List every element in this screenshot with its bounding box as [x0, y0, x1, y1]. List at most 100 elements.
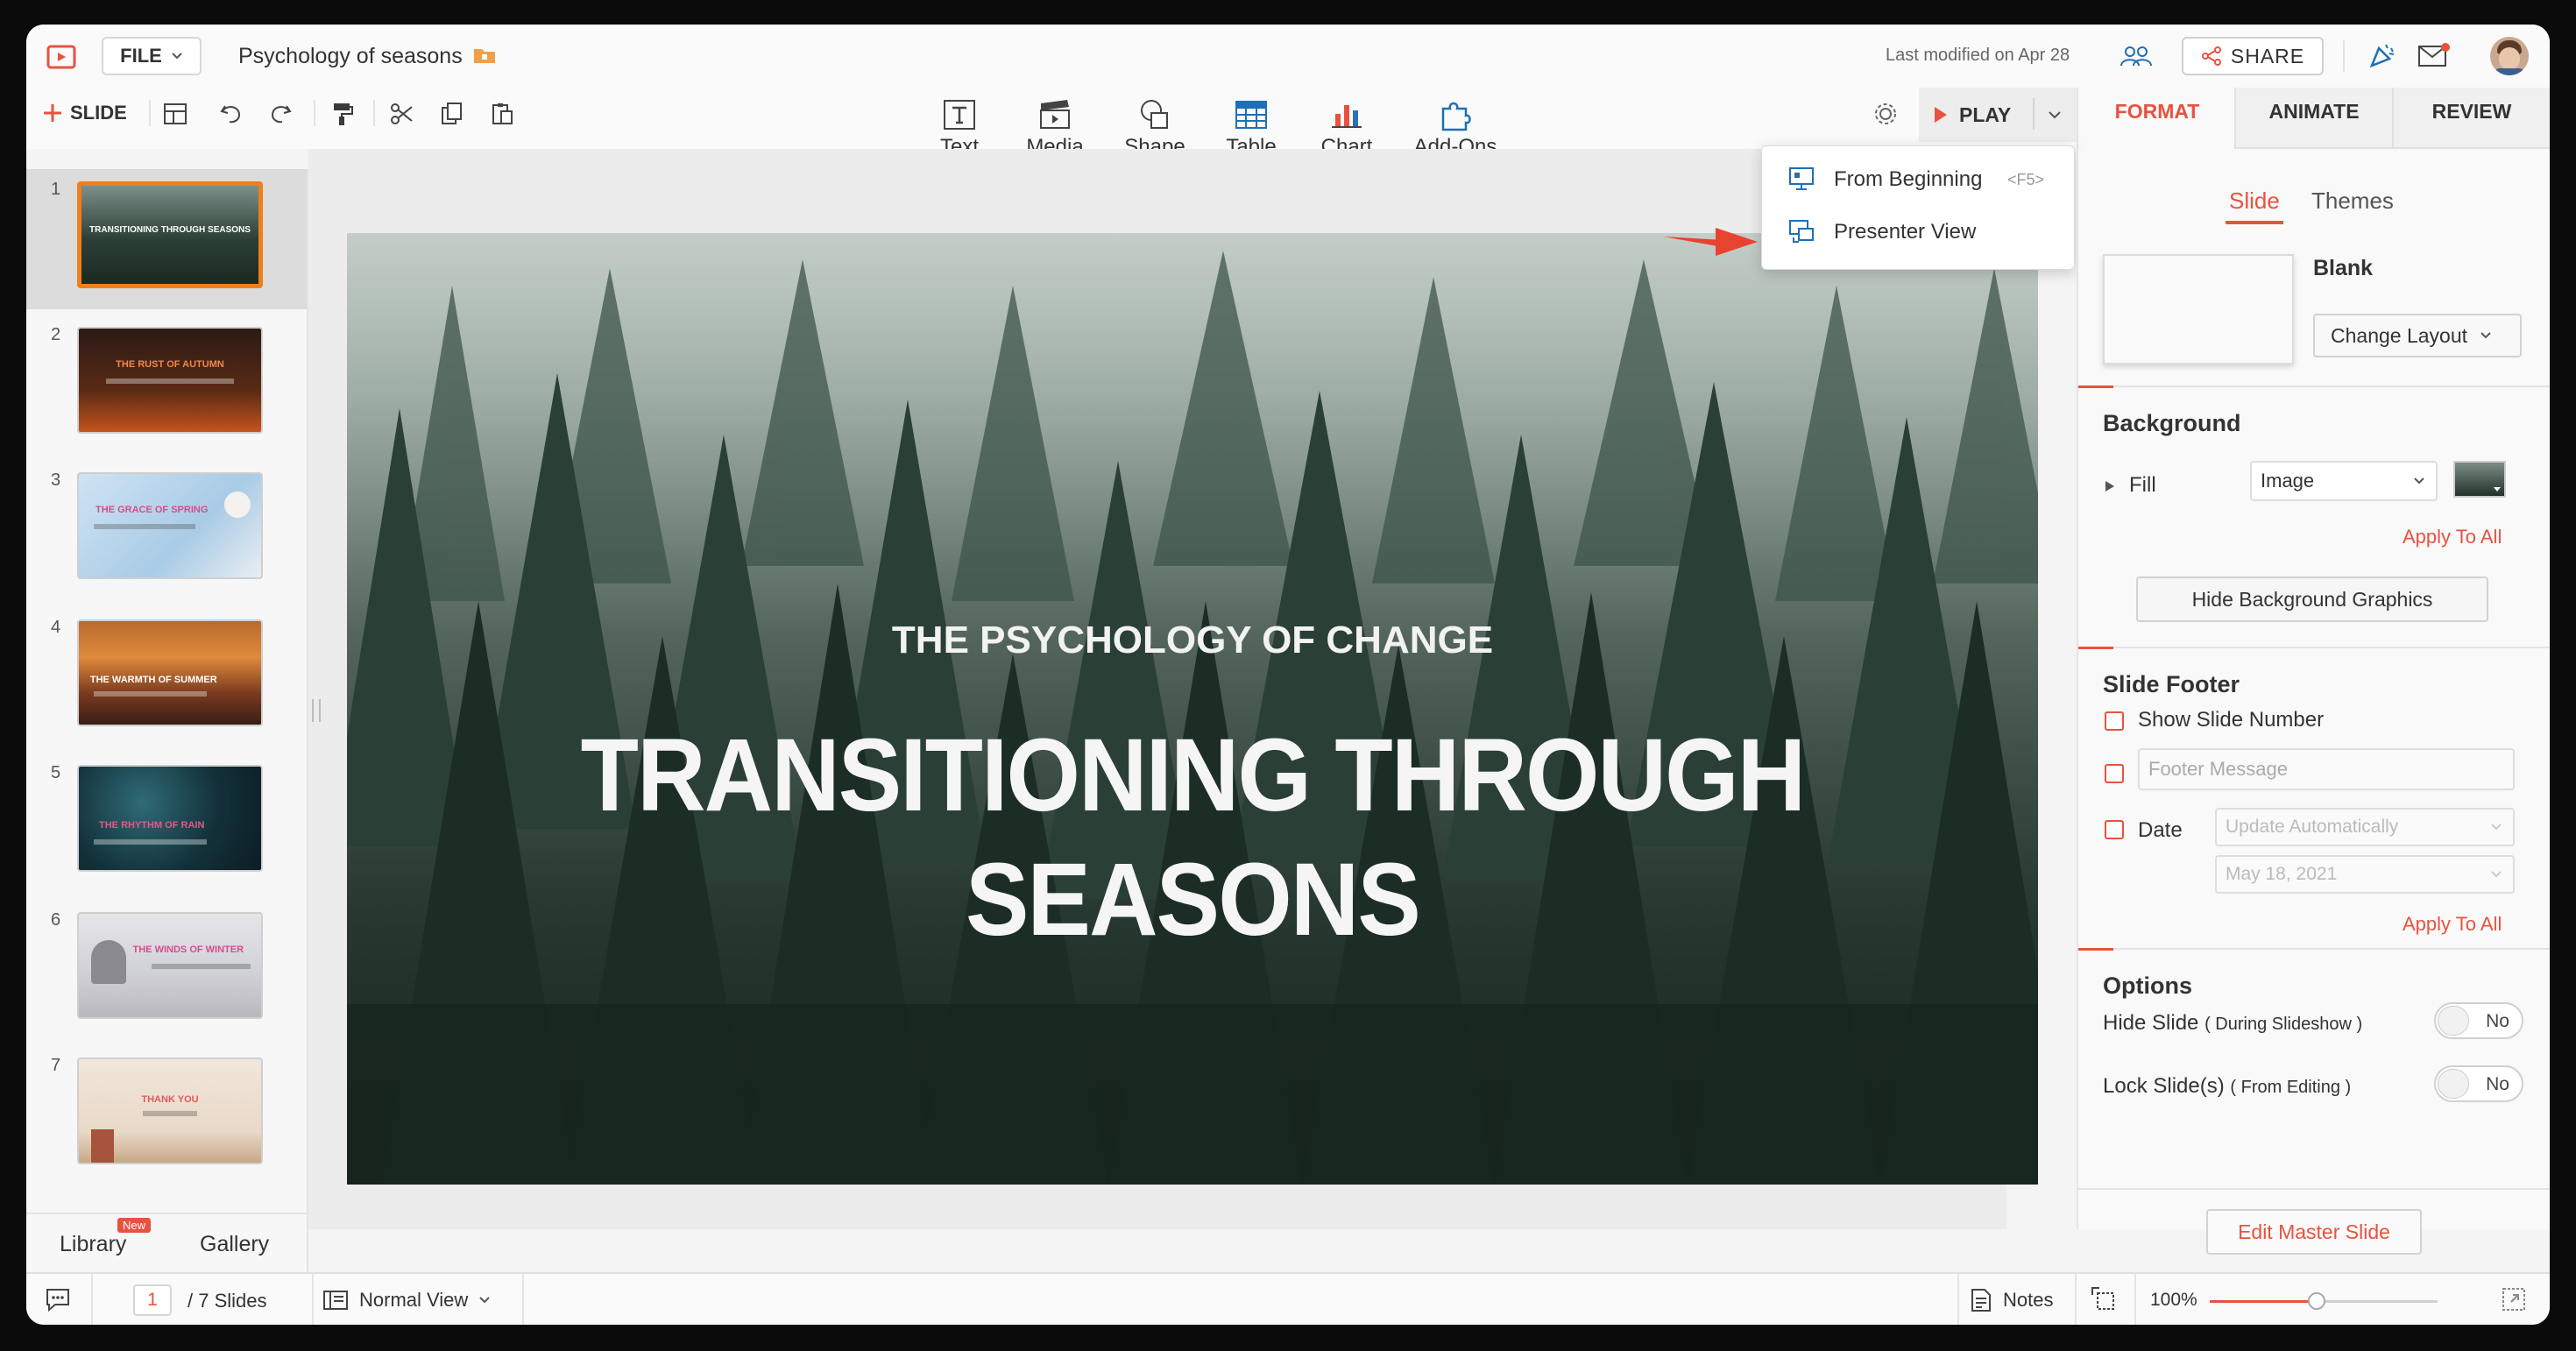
slide-canvas[interactable]: THE PSYCHOLOGY OF CHANGE TRANSITIONING T…: [347, 233, 2038, 1185]
slide-thumb-4[interactable]: 4 THE WARMTH OF SUMMER: [26, 607, 307, 747]
footer-message-checkbox[interactable]: [2105, 764, 2124, 783]
cut-icon[interactable]: [386, 98, 417, 130]
slide-thumb-2[interactable]: 2 THE RUST OF AUTUMN: [26, 315, 307, 455]
date-checkbox[interactable]: [2105, 820, 2124, 839]
subtab-slide[interactable]: Slide: [2229, 187, 2280, 215]
view-mode-select[interactable]: Normal View: [322, 1284, 491, 1316]
collaborators-icon[interactable]: [2115, 40, 2157, 72]
insert-chart-button[interactable]: Chart: [1299, 74, 1395, 159]
format-painter-icon[interactable]: [326, 98, 357, 130]
slide-number: 7: [51, 1056, 61, 1075]
slide-thumb-3[interactable]: 3 THE GRACE OF SPRING: [26, 460, 307, 600]
show-slide-number-checkbox[interactable]: [2105, 711, 2124, 731]
play-icon: [1935, 107, 1947, 123]
avatar[interactable]: [2490, 37, 2529, 75]
expand-triangle-icon[interactable]: [2105, 480, 2115, 492]
edit-master-slide-button[interactable]: Edit Master Slide: [2206, 1209, 2422, 1255]
copy-icon[interactable]: [436, 98, 468, 130]
notes-label: Notes: [2003, 1289, 2054, 1311]
tab-review[interactable]: REVIEW: [2392, 88, 2550, 149]
date-format-value: May 18, 2021: [2226, 864, 2338, 884]
gallery-button[interactable]: Gallery: [200, 1232, 269, 1257]
slide-thumbnail: TRANSITIONING THROUGH SEASONS: [77, 181, 263, 288]
shape-icon: [1141, 100, 1168, 129]
section-divider: [2078, 385, 2113, 388]
tab-format[interactable]: FORMAT: [2077, 88, 2236, 149]
fit-to-screen-icon[interactable]: [2091, 1286, 2117, 1312]
share-icon: [2201, 46, 2221, 66]
panel-resize-handle[interactable]: [312, 699, 321, 722]
play-button[interactable]: PLAY: [1933, 98, 2011, 131]
layout-icon[interactable]: [159, 98, 191, 130]
hide-background-graphics-button[interactable]: Hide Background Graphics: [2136, 576, 2488, 622]
slide-thumb-7[interactable]: 7 THANK YOU: [26, 1045, 307, 1185]
play-options-dropdown[interactable]: [2040, 102, 2070, 128]
presenter-view-label: Presenter View: [1834, 220, 1977, 244]
slide-thumb-1[interactable]: 1 TRANSITIONING THROUGH SEASONS: [26, 169, 307, 309]
zoom-slider-handle[interactable]: [2308, 1292, 2326, 1310]
change-layout-button[interactable]: Change Layout: [2313, 314, 2522, 357]
zoom-slider-track[interactable]: [2210, 1292, 2438, 1310]
file-menu-label: FILE: [120, 45, 162, 67]
add-slide-label: SLIDE: [70, 102, 127, 124]
whats-new-icon[interactable]: [2364, 39, 2399, 74]
slide-thumbnail: THE RHYTHM OF RAIN: [77, 765, 263, 872]
text-box-icon: [944, 100, 975, 130]
hide-slide-toggle[interactable]: No: [2434, 1002, 2523, 1039]
redo-icon[interactable]: [265, 98, 296, 130]
section-divider: [2078, 948, 2113, 951]
notifications-mail-icon[interactable]: [2415, 39, 2453, 74]
lock-slide-toggle[interactable]: No: [2434, 1065, 2523, 1102]
play-label: PLAY: [1959, 103, 2012, 126]
undo-icon[interactable]: [216, 98, 247, 130]
slide-number: 4: [51, 618, 61, 637]
share-label: SHARE: [2230, 44, 2305, 67]
presentation-icon: [1789, 167, 1814, 190]
presenter-view-icon: [1789, 220, 1814, 243]
tab-animate[interactable]: ANIMATE: [2234, 88, 2392, 149]
insert-shape-button[interactable]: Shape: [1107, 74, 1203, 159]
document-title[interactable]: Psychology of seasons: [238, 44, 463, 69]
insert-table-button[interactable]: Table: [1203, 74, 1299, 159]
slide-number: 6: [51, 910, 61, 930]
media-clapper-icon: [1040, 100, 1070, 129]
chevron-down-icon: [2480, 332, 2491, 339]
insert-text-button[interactable]: Text: [911, 74, 1008, 159]
file-menu-button[interactable]: FILE: [102, 37, 202, 75]
fill-type-select[interactable]: Image: [2250, 461, 2438, 501]
from-beginning-label: From Beginning: [1834, 167, 1983, 191]
subtab-active-indicator: [2226, 221, 2283, 224]
apply-to-all-background[interactable]: Apply To All: [2403, 526, 2502, 548]
slide-thumb-5[interactable]: 5 THE RHYTHM OF RAIN: [26, 753, 307, 893]
thumbnail-title: THE RHYTHM OF RAIN: [99, 820, 205, 831]
app-logo-icon[interactable]: [44, 40, 79, 75]
add-slide-button[interactable]: SLIDE: [42, 100, 127, 126]
slide-kicker-text[interactable]: THE PSYCHOLOGY OF CHANGE: [347, 619, 2038, 662]
lock-slide-label: Lock Slide(s) ( From Editing ): [2103, 1074, 2351, 1099]
slide-title-line-1: TRANSITIONING THROUGH: [580, 718, 1807, 833]
chevron-down-icon: [2049, 111, 2061, 119]
paste-icon[interactable]: [487, 98, 519, 130]
menu-item-presenter-view[interactable]: Presenter View: [1762, 206, 2074, 255]
add-ons-button[interactable]: Add-Ons: [1407, 74, 1504, 159]
fullscreen-icon[interactable]: [2501, 1286, 2527, 1312]
folder-icon[interactable]: [471, 42, 498, 68]
chat-icon[interactable]: [44, 1286, 72, 1312]
footer-message-input[interactable]: Footer Message: [2138, 748, 2515, 790]
subtab-themes[interactable]: Themes: [2311, 187, 2394, 215]
layout-preview[interactable]: [2103, 254, 2294, 364]
menu-item-from-beginning[interactable]: From Beginning <F5>: [1762, 153, 2074, 202]
background-image-picker[interactable]: [2453, 461, 2506, 498]
insert-media-button[interactable]: Media: [1007, 74, 1103, 159]
library-button[interactable]: Library: [60, 1232, 126, 1257]
slide-title-text[interactable]: TRANSITIONING THROUGH SEASONS: [414, 713, 1971, 962]
date-format-select[interactable]: May 18, 2021: [2215, 855, 2515, 894]
slide-thumb-6[interactable]: 6 THE WINDS OF WINTER: [26, 900, 307, 1040]
share-button[interactable]: SHARE: [2182, 37, 2324, 75]
apply-to-all-footer[interactable]: Apply To All: [2403, 913, 2502, 936]
table-icon: [1235, 101, 1267, 129]
notes-button[interactable]: Notes: [1970, 1284, 2053, 1316]
date-mode-select[interactable]: Update Automatically: [2215, 808, 2515, 846]
slideshow-settings-icon[interactable]: [1868, 96, 1903, 131]
page-number-input[interactable]: 1: [133, 1284, 172, 1316]
